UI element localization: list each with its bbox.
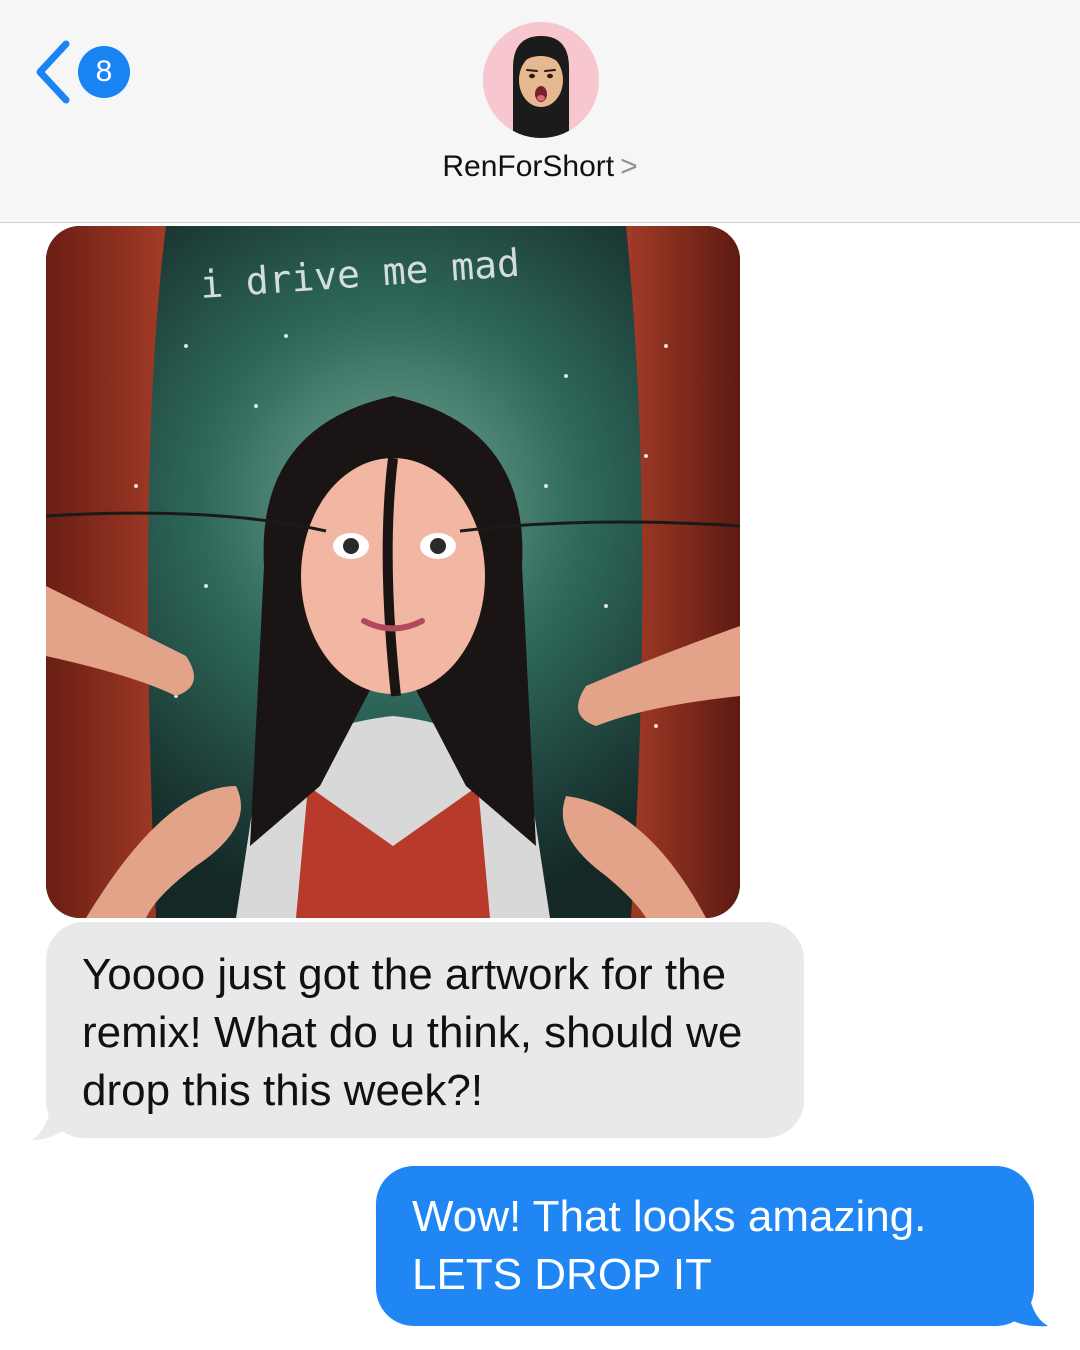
chevron-right-icon: > <box>620 150 638 183</box>
back-button[interactable]: 8 <box>32 40 142 104</box>
chevron-left-icon <box>36 40 70 104</box>
artwork-illustration: i drive me mad <box>46 226 740 918</box>
contact-name-button[interactable]: RenForShort > <box>0 150 1080 184</box>
conversation-header: 8 RenForShort > <box>0 0 1080 223</box>
contact-name: RenForShort <box>442 150 615 183</box>
unread-count-badge: 8 <box>78 46 130 98</box>
incoming-message-text: Yoooo just got the artwork for the remix… <box>82 950 743 1115</box>
incoming-bubble-tail <box>32 1090 70 1140</box>
outgoing-bubble-tail <box>1000 1278 1048 1327</box>
artwork-image[interactable]: i drive me mad <box>46 226 740 918</box>
memoji-avatar-icon <box>483 22 599 138</box>
incoming-message-bubble[interactable]: Yoooo just got the artwork for the remix… <box>46 922 804 1138</box>
avatar[interactable] <box>483 22 599 138</box>
outgoing-message-text: Wow! That looks amazing. LETS DROP IT <box>412 1192 927 1299</box>
outgoing-message-bubble[interactable]: Wow! That looks amazing. LETS DROP IT <box>376 1166 1034 1326</box>
